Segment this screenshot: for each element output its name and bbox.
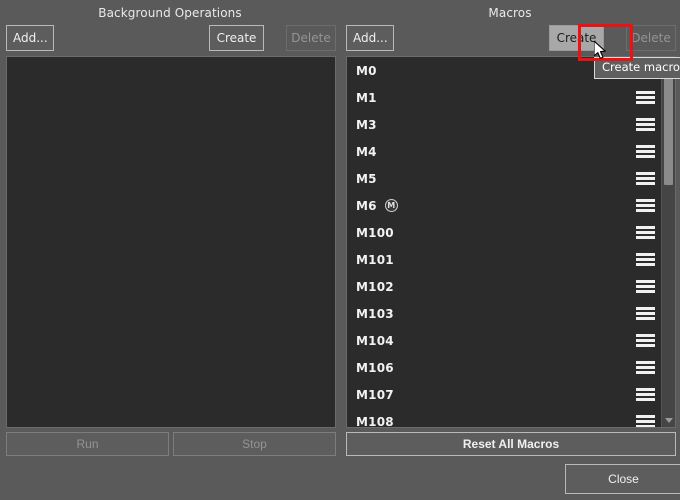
macros-toolbar: Add... Create Delete (346, 25, 676, 51)
hamburger-menu-icon[interactable] (636, 90, 655, 105)
macros-list[interactable]: M0 M1 M3 M4 M5 M6 M M100 M101 M102 M103 M104 M106 M10… (346, 56, 676, 428)
hamburger-menu-icon[interactable] (636, 171, 655, 186)
macros-list-item[interactable]: M6 M (347, 192, 661, 219)
macros-list-item-label: M3 (356, 117, 377, 132)
macros-list-item[interactable]: M1 (347, 84, 661, 111)
stop-button: Stop (173, 432, 336, 456)
macros-list-item[interactable]: M101 (347, 246, 661, 273)
macros-delete-button: Delete (626, 25, 676, 51)
macros-list-scrollbar[interactable] (661, 57, 675, 427)
macros-list-item-label: M106 (356, 360, 394, 375)
macros-list-scroll: M0 M1 M3 M4 M5 M6 M M100 M101 M102 M103 M104 M106 M10… (347, 57, 661, 427)
circled-m-badge-icon: M (384, 199, 398, 212)
macros-list-item[interactable]: M103 (347, 300, 661, 327)
hamburger-menu-icon[interactable] (636, 198, 655, 213)
macros-list-item-label: M6 (356, 198, 377, 213)
macros-list-item-label: M108 (356, 414, 394, 428)
macros-list-item-label: M1 (356, 90, 377, 105)
background-operations-title: Background Operations (98, 6, 242, 20)
macros-create-button[interactable]: Create (549, 25, 604, 51)
macros-list-item-label: M107 (356, 387, 394, 402)
background-operations-list-scroll (7, 57, 321, 427)
macros-list-item-label: M101 (356, 252, 394, 267)
macros-list-item-label: M104 (356, 333, 394, 348)
macros-list-item-label: M4 (356, 144, 377, 159)
macros-list-item[interactable]: M5 (347, 165, 661, 192)
macros-list-item[interactable]: M104 (347, 327, 661, 354)
hamburger-menu-icon[interactable] (636, 360, 655, 375)
macros-list-item[interactable]: M4 (347, 138, 661, 165)
hamburger-menu-icon[interactable] (636, 144, 655, 159)
hamburger-menu-icon[interactable] (636, 414, 655, 427)
macros-list-item-label: M0 (356, 63, 377, 78)
macros-list-item[interactable]: M3 (347, 111, 661, 138)
background-operations-create-button[interactable]: Create (209, 25, 264, 51)
create-macro-tooltip: Create macro (594, 57, 680, 79)
macros-list-item-label: M100 (356, 225, 394, 240)
macros-list-item[interactable]: M102 (347, 273, 661, 300)
close-button[interactable]: Close (565, 464, 680, 494)
macros-list-item-label: M5 (356, 171, 377, 186)
macros-list-item[interactable]: M108 (347, 408, 661, 427)
background-operations-add-button[interactable]: Add... (6, 25, 54, 51)
macros-title: Macros (488, 6, 532, 20)
hamburger-menu-icon[interactable] (636, 333, 655, 348)
hamburger-menu-icon[interactable] (636, 306, 655, 321)
hamburger-menu-icon[interactable] (636, 225, 655, 240)
macros-list-item[interactable]: M100 (347, 219, 661, 246)
hamburger-menu-icon[interactable] (636, 279, 655, 294)
background-operations-delete-button: Delete (286, 25, 336, 51)
macros-list-item-label: M102 (356, 279, 394, 294)
scroll-down-arrow-icon[interactable] (662, 413, 675, 427)
background-operations-toolbar: Add... Create Delete (6, 25, 336, 51)
macros-list-item[interactable]: M106 (347, 354, 661, 381)
macros-add-button[interactable]: Add... (346, 25, 394, 51)
run-button: Run (6, 432, 169, 456)
hamburger-menu-icon[interactable] (636, 117, 655, 132)
hamburger-menu-icon[interactable] (636, 387, 655, 402)
reset-all-macros-button[interactable]: Reset All Macros (346, 432, 676, 456)
hamburger-menu-icon[interactable] (636, 252, 655, 267)
background-operations-list[interactable] (6, 56, 336, 428)
macros-list-item[interactable]: M107 (347, 381, 661, 408)
macros-list-item-label: M103 (356, 306, 394, 321)
